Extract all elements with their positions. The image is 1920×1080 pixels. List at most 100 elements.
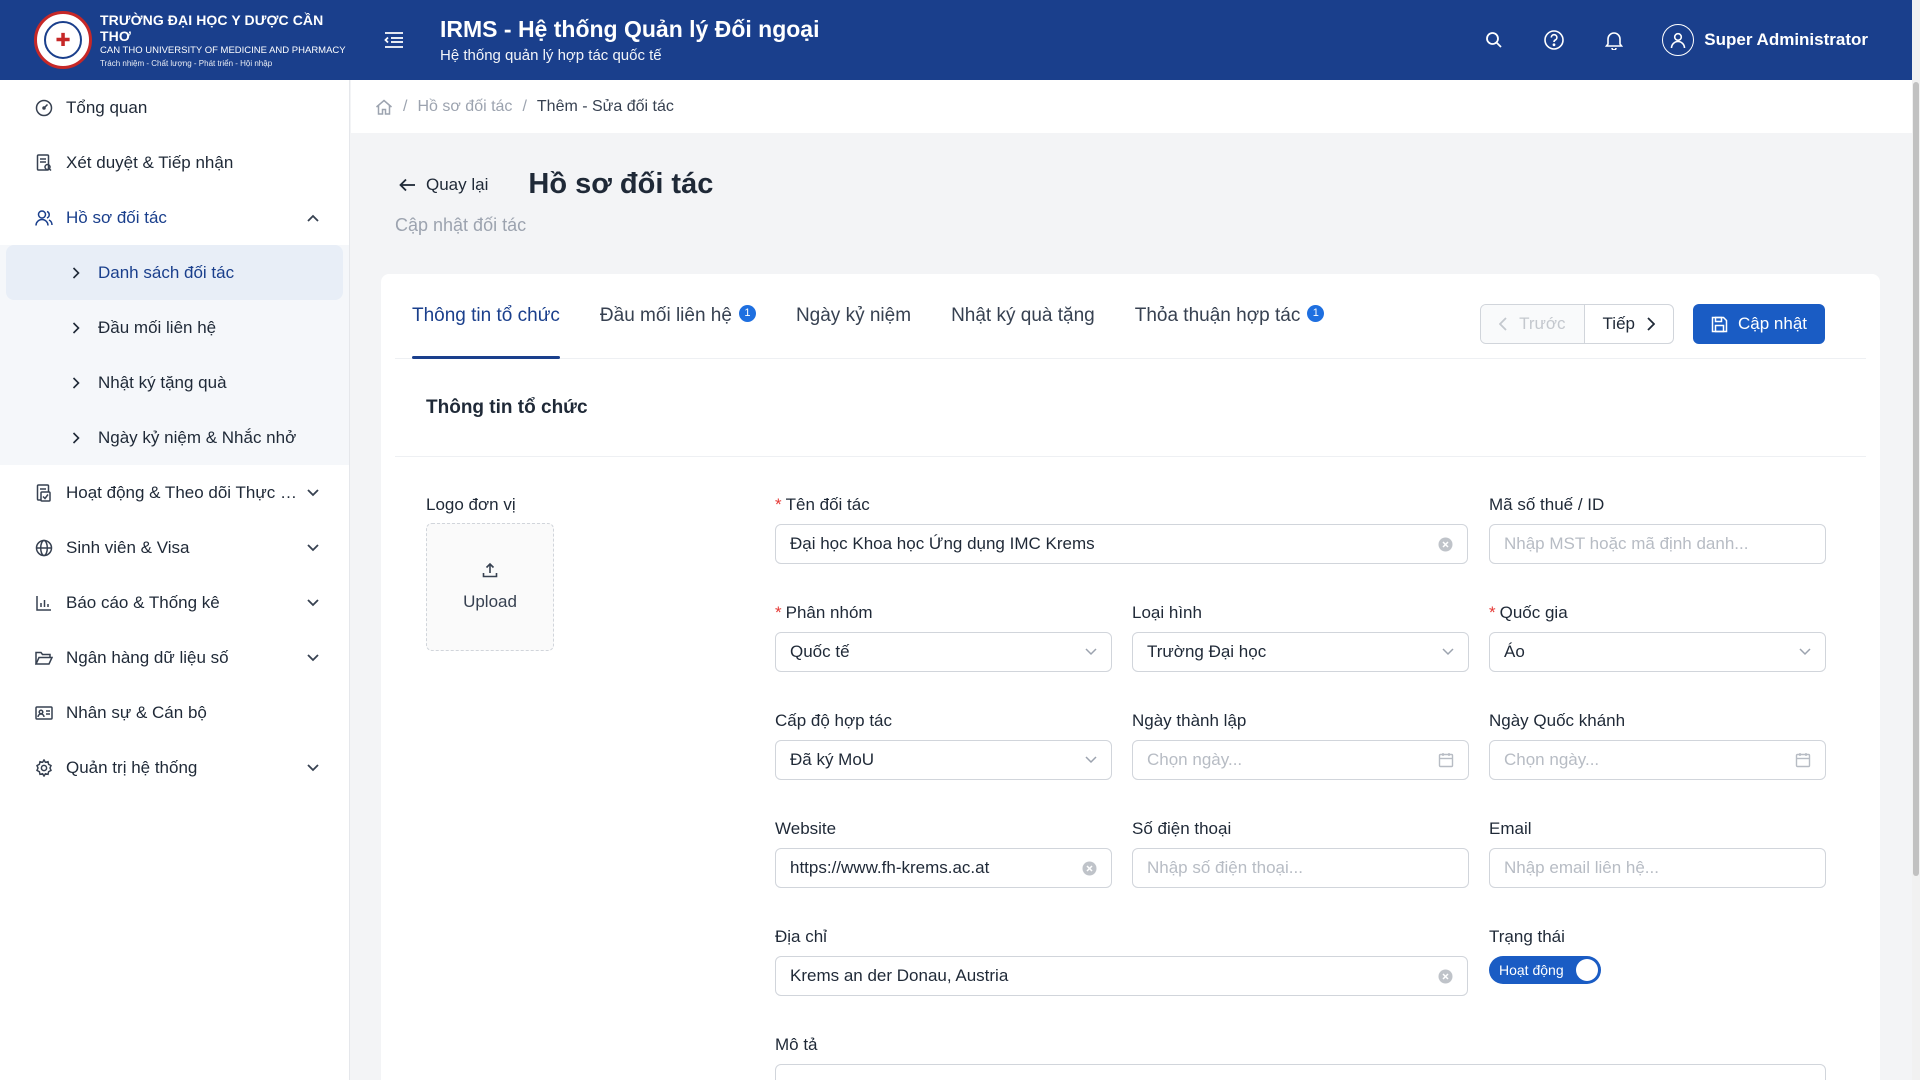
status-field: Trạng thái Hoạt động — [1489, 927, 1826, 984]
description-textarea[interactable] — [775, 1064, 1826, 1080]
back-button[interactable]: Quay lại — [399, 175, 488, 195]
chevron-left-icon — [1499, 317, 1507, 331]
bell-icon[interactable] — [1594, 20, 1634, 60]
chevron-right-icon — [68, 375, 84, 391]
national-day-field: Ngày Quốc khánh Chọn ngày... — [1489, 711, 1826, 780]
sidebar: Tổng quan Xét duyệt & Tiếp nhận Hồ sơ đố… — [0, 80, 350, 1080]
chevron-down-icon — [305, 760, 321, 776]
sidebar-item-data-bank[interactable]: Ngân hàng dữ liệu số — [0, 630, 349, 685]
tax-id-field: Mã số thuế / ID Nhập MST hoặc mã định da… — [1489, 495, 1826, 564]
app-title: IRMS - Hệ thống Quản lý Đối ngoại — [440, 16, 820, 42]
type-select[interactable]: Trường Đại học — [1132, 632, 1469, 672]
founded-date-picker[interactable]: Chọn ngày... — [1132, 740, 1469, 780]
address-field: Địa chỉ Krems an der Donau, Austria — [775, 927, 1468, 996]
tab-badge: 1 — [1307, 304, 1325, 322]
email-input[interactable]: Nhập email liên hệ... — [1489, 848, 1826, 888]
group-select[interactable]: Quốc tế — [775, 632, 1112, 672]
section-title: Thông tin tổ chức — [395, 359, 1866, 457]
partners-icon — [34, 208, 54, 228]
next-button[interactable]: Tiếp — [1585, 305, 1673, 343]
sidebar-item-anniversaries[interactable]: Ngày kỷ niệm & Nhắc nhở — [6, 410, 343, 465]
top-header: ✚ TRƯỜNG ĐẠI HỌC Y DƯỢC CẦN THƠ CAN THO … — [0, 0, 1912, 80]
website-field: Website https://www.fh-krems.ac.at — [775, 819, 1112, 888]
chevron-down-icon — [305, 650, 321, 666]
breadcrumb-partners[interactable]: Hồ sơ đối tác — [417, 98, 512, 116]
sidebar-item-review[interactable]: Xét duyệt & Tiếp nhận — [0, 135, 349, 190]
chevron-down-icon — [305, 595, 321, 611]
chevron-down-icon — [1442, 648, 1454, 656]
chevron-right-icon — [68, 430, 84, 446]
activity-icon — [34, 483, 54, 503]
tab-anniversaries[interactable]: Ngày kỷ niệm — [796, 274, 911, 359]
calendar-icon — [1438, 752, 1454, 768]
arrow-left-icon — [399, 178, 416, 192]
email-field: Email Nhập email liên hệ... — [1489, 819, 1826, 888]
chevron-down-icon — [305, 485, 321, 501]
sidebar-item-reports[interactable]: Báo cáo & Thống kê — [0, 575, 349, 630]
logo-upload[interactable]: Upload — [426, 523, 554, 651]
help-icon[interactable] — [1534, 20, 1574, 60]
clear-icon[interactable] — [1438, 537, 1453, 552]
country-select[interactable]: Áo — [1489, 632, 1826, 672]
globe-icon — [34, 538, 54, 558]
clear-icon[interactable] — [1082, 861, 1097, 876]
logo-line-1: TRƯỜNG ĐẠI HỌC Y DƯỢC CẦN THƠ — [100, 11, 324, 44]
app-subtitle: Hệ thống quản lý hợp tác quốc tế — [440, 47, 662, 64]
folder-open-icon — [34, 648, 54, 668]
sidebar-item-contacts[interactable]: Đầu mối liên hệ — [6, 300, 343, 355]
chevron-right-icon — [68, 265, 84, 281]
user-menu[interactable]: Super Administrator — [1662, 24, 1868, 56]
menu-fold-icon[interactable] — [374, 20, 414, 60]
clear-icon[interactable] — [1438, 969, 1453, 984]
sidebar-item-gift-log[interactable]: Nhật ký tặng quà — [6, 355, 343, 410]
cooperation-level-select[interactable]: Đã ký MoU — [775, 740, 1112, 780]
upload-icon — [482, 562, 498, 578]
chevron-down-icon — [1085, 756, 1097, 764]
gear-icon — [34, 758, 54, 778]
logo-line-3: Trách nhiệm - Chất lượng - Phát triển - … — [100, 58, 273, 68]
page-scrollbar[interactable] — [1912, 0, 1920, 1080]
home-icon[interactable] — [375, 99, 393, 115]
update-button[interactable]: Cập nhật — [1693, 304, 1825, 344]
country-field: * Quốc gia Áo — [1489, 603, 1826, 672]
breadcrumb: / Hồ sơ đối tác / Thêm - Sửa đối tác — [351, 80, 1912, 133]
brand[interactable]: ✚ TRƯỜNG ĐẠI HỌC Y DƯỢC CẦN THƠ CAN THO … — [0, 11, 350, 69]
tab-agreements[interactable]: Thỏa thuận hợp tác 1 — [1135, 274, 1325, 359]
website-input[interactable]: https://www.fh-krems.ac.at — [775, 848, 1112, 888]
sidebar-item-system-admin[interactable]: Quản trị hệ thống — [0, 740, 349, 795]
status-toggle[interactable]: Hoạt động — [1489, 956, 1601, 984]
sidebar-item-partner-list[interactable]: Danh sách đối tác — [6, 245, 343, 300]
scrollbar-thumb[interactable] — [1913, 82, 1919, 876]
university-logo: ✚ — [34, 11, 92, 69]
chevron-down-icon — [305, 540, 321, 556]
sidebar-item-students-visa[interactable]: Sinh viên & Visa — [0, 520, 349, 575]
chevron-up-icon — [305, 210, 321, 226]
partner-form-card: Thông tin tổ chức Đầu mối liên hệ 1 Ngày … — [381, 274, 1880, 1080]
tab-contacts[interactable]: Đầu mối liên hệ 1 — [600, 274, 756, 359]
id-card-icon — [34, 703, 54, 723]
audit-icon — [34, 153, 54, 173]
address-input[interactable]: Krems an der Donau, Austria — [775, 956, 1468, 996]
sidebar-item-activities[interactable]: Hoạt động & Theo dõi Thực hiện — [0, 465, 349, 520]
chevron-down-icon — [1085, 648, 1097, 656]
save-icon — [1711, 316, 1728, 333]
page-title: Hồ sơ đối tác — [528, 168, 714, 200]
calendar-icon — [1795, 752, 1811, 768]
breadcrumb-current: Thêm - Sửa đối tác — [536, 97, 674, 115]
group-field: * Phân nhóm Quốc tế — [775, 603, 1112, 672]
page-subtitle: Cập nhật đối tác — [395, 215, 527, 235]
record-pager: Trước Tiếp — [1480, 304, 1674, 344]
national-day-picker[interactable]: Chọn ngày... — [1489, 740, 1826, 780]
sidebar-item-partners[interactable]: Hồ sơ đối tác — [0, 190, 349, 245]
sidebar-item-overview[interactable]: Tổng quan — [0, 80, 349, 135]
phone-input[interactable]: Nhập số điện thoại... — [1132, 848, 1469, 888]
search-icon[interactable] — [1474, 20, 1514, 60]
partner-name-input[interactable]: Đại học Khoa học Ứng dụng IMC Krems — [775, 524, 1468, 564]
type-field: Loại hình Trường Đại học — [1132, 603, 1469, 672]
logo-label: Logo đơn vị — [426, 495, 516, 514]
tab-gift-log[interactable]: Nhật ký quà tặng — [951, 274, 1095, 359]
sidebar-item-staff[interactable]: Nhân sự & Cán bộ — [0, 685, 349, 740]
tab-organization-info[interactable]: Thông tin tổ chức — [412, 274, 560, 359]
tax-id-input[interactable]: Nhập MST hoặc mã định danh... — [1489, 524, 1826, 564]
prev-button[interactable]: Trước — [1481, 305, 1585, 343]
